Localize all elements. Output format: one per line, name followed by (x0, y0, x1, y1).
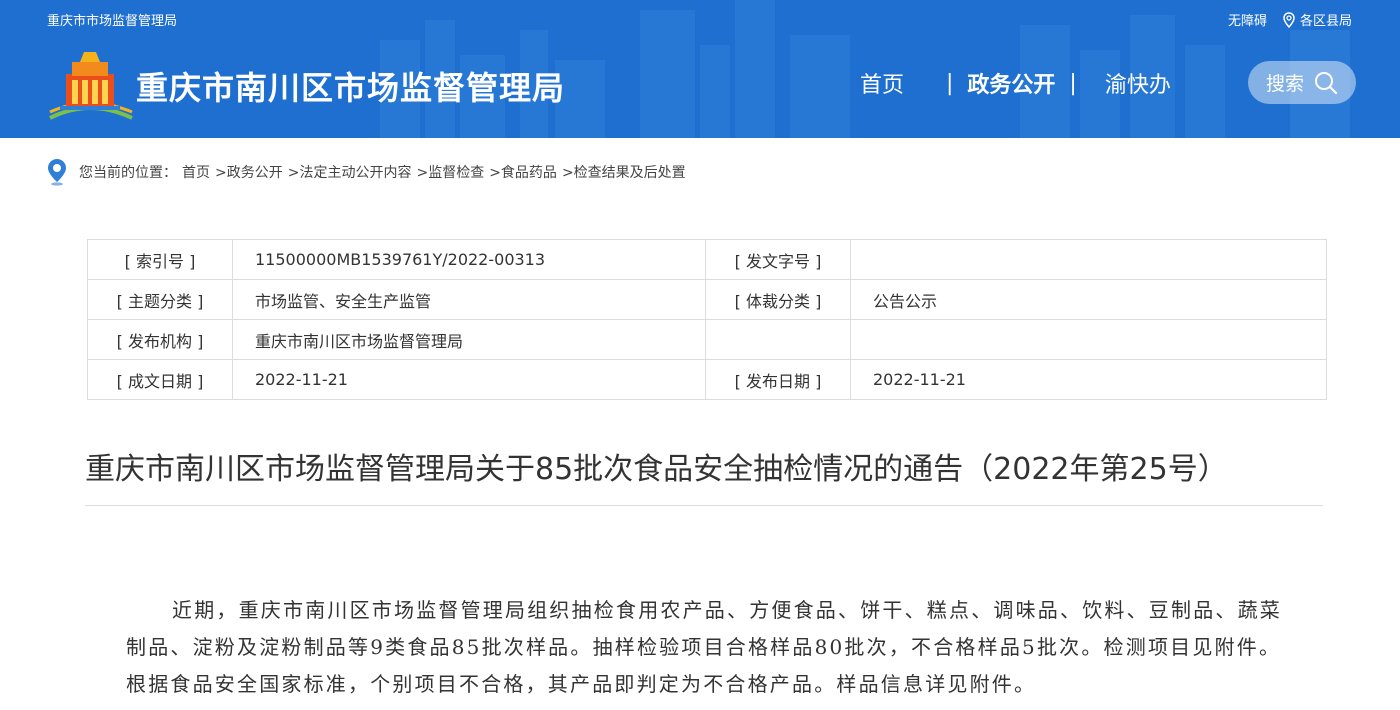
search-icon (1315, 71, 1338, 94)
breadcrumb-item-food-drug[interactable]: >食品药品 (489, 162, 557, 182)
doc-number-label: [ 发文字号 ] (705, 239, 851, 280)
nav-item-gov-affairs[interactable]: 政务公开 (967, 67, 1055, 99)
doc-number-value (850, 239, 1327, 280)
main-nav: 首页 | 政务公开 | 渝快办 (860, 67, 1171, 99)
location-pin-icon (48, 159, 66, 186)
region-link[interactable]: 各区县局 (1283, 10, 1352, 29)
table-row: [ 主题分类 ] 市场监管、安全生产监管 [ 体裁分类 ] 公告公示 (87, 279, 1327, 320)
nav-item-home[interactable]: 首页 (860, 67, 904, 99)
site-header: 重庆市市场监督管理局 无障碍 各区县局 重庆市南川区市场监督管理局 首页 | 政… (0, 0, 1400, 138)
table-row: [ 成文日期 ] 2022-11-21 [ 发布日期 ] 2022-11-21 (87, 359, 1327, 400)
parent-site-link[interactable]: 重庆市市场监督管理局 (47, 10, 177, 29)
table-row: [ 索引号 ] 11500000MB1539761Y/2022-00313 [ … (87, 239, 1327, 280)
nav-item-yukuaiban[interactable]: 渝快办 (1105, 67, 1171, 99)
index-value: 11500000MB1539761Y/2022-00313 (232, 239, 706, 280)
breadcrumb-item-results[interactable]: >检查结果及后处置 (562, 162, 686, 182)
published-date-value: 2022-11-21 (850, 359, 1327, 400)
genre-label: [ 体裁分类 ] (705, 279, 851, 320)
empty-cell (705, 319, 851, 360)
breadcrumb-prefix: 您当前的位置： (79, 165, 177, 181)
empty-cell (850, 319, 1327, 360)
site-title[interactable]: 重庆市南川区市场监督管理局 (136, 63, 565, 109)
breadcrumb-item-disclosure[interactable]: >法定主动公开内容 (288, 162, 412, 182)
document-meta-table: [ 索引号 ] 11500000MB1539761Y/2022-00313 [ … (87, 239, 1327, 400)
search-button[interactable]: 搜索 (1248, 61, 1356, 104)
breadcrumb: 您当前的位置： 首页 >政务公开 >法定主动公开内容 >监督检查 >食品药品 >… (47, 158, 691, 186)
topic-label: [ 主题分类 ] (87, 279, 233, 320)
search-button-label: 搜索 (1265, 73, 1304, 95)
genre-value: 公告公示 (850, 279, 1327, 320)
top-utility-links: 无障碍 各区县局 (1228, 10, 1352, 29)
region-link-label: 各区县局 (1299, 14, 1352, 29)
accessibility-link[interactable]: 无障碍 (1228, 10, 1267, 29)
published-date-label: [ 发布日期 ] (705, 359, 851, 400)
topic-value: 市场监管、安全生产监管 (232, 279, 706, 320)
page-title: 重庆市南川区市场监督管理局关于85批次食品安全抽检情况的通告（2022年第25号… (85, 452, 1228, 487)
created-date-value: 2022-11-21 (232, 359, 706, 400)
nav-separator: | (918, 70, 954, 96)
location-pin-icon (1283, 11, 1295, 28)
site-logo-icon (49, 52, 133, 120)
publisher-label: [ 发布机构 ] (87, 319, 233, 360)
index-label: [ 索引号 ] (87, 239, 233, 280)
publisher-value: 重庆市南川区市场监督管理局 (232, 319, 706, 360)
breadcrumb-item-gov-affairs[interactable]: >政务公开 (215, 162, 283, 182)
title-divider (85, 505, 1323, 506)
article-body: 近期，重庆市南川区市场监督管理局组织抽检食用农产品、方便食品、饼干、糕点、调味品… (126, 598, 1282, 696)
breadcrumb-item-supervision[interactable]: >监督检查 (416, 162, 484, 182)
created-date-label: [ 成文日期 ] (87, 359, 233, 400)
table-row: [ 发布机构 ] 重庆市南川区市场监督管理局 (87, 319, 1327, 360)
breadcrumb-item-home[interactable]: 首页 (182, 162, 210, 182)
nav-separator: | (1069, 70, 1091, 96)
